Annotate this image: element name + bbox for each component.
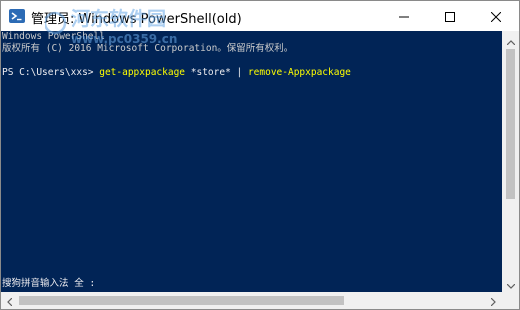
- ime-status: 搜狗拼音输入法 全 :: [2, 278, 96, 289]
- scroll-right-button[interactable]: [485, 292, 502, 309]
- vertical-scrollbar[interactable]: [502, 31, 519, 292]
- chevron-left-icon: [7, 291, 13, 310]
- close-icon: [490, 7, 502, 26]
- chevron-right-icon: [490, 291, 496, 310]
- scroll-down-button[interactable]: [502, 275, 519, 292]
- console-line-copyright: 版权所有 (C) 2016 Microsoft Corporation。保留所有…: [2, 43, 294, 54]
- console-command: get-appxpackage: [99, 67, 186, 78]
- scroll-left-button[interactable]: [1, 292, 18, 309]
- chevron-up-icon: [506, 30, 515, 49]
- console-argument: *store* |: [185, 67, 248, 78]
- powershell-window: 管理员: Windows PowerShell(old) Windows Pow…: [0, 0, 520, 310]
- window-title: 管理员: Windows PowerShell(old): [31, 12, 242, 27]
- minimize-button[interactable]: [381, 1, 427, 31]
- scroll-up-button[interactable]: [502, 31, 519, 48]
- maximize-button[interactable]: [427, 1, 473, 31]
- console-prompt: PS C:\Users\xxs>: [2, 67, 100, 78]
- window-controls: [381, 1, 519, 31]
- scrollbar-corner: [502, 292, 519, 309]
- vertical-scroll-thumb[interactable]: [506, 49, 515, 199]
- close-button[interactable]: [473, 1, 519, 31]
- maximize-icon: [445, 7, 455, 26]
- powershell-icon[interactable]: [9, 8, 25, 24]
- console-command-2: remove-Appxpackage: [247, 67, 351, 78]
- title-bar[interactable]: 管理员: Windows PowerShell(old): [1, 1, 519, 31]
- console-command-line[interactable]: PS C:\Users\xxs> get-appxpackage *store*…: [2, 67, 502, 79]
- horizontal-scroll-thumb[interactable]: [19, 296, 344, 305]
- chevron-down-icon: [506, 274, 515, 293]
- console-output[interactable]: Windows PowerShell 版权所有 (C) 2016 Microso…: [1, 31, 502, 292]
- horizontal-scrollbar[interactable]: [1, 292, 502, 309]
- minimize-icon: [399, 7, 409, 26]
- console-line-header: Windows PowerShell: [2, 31, 105, 42]
